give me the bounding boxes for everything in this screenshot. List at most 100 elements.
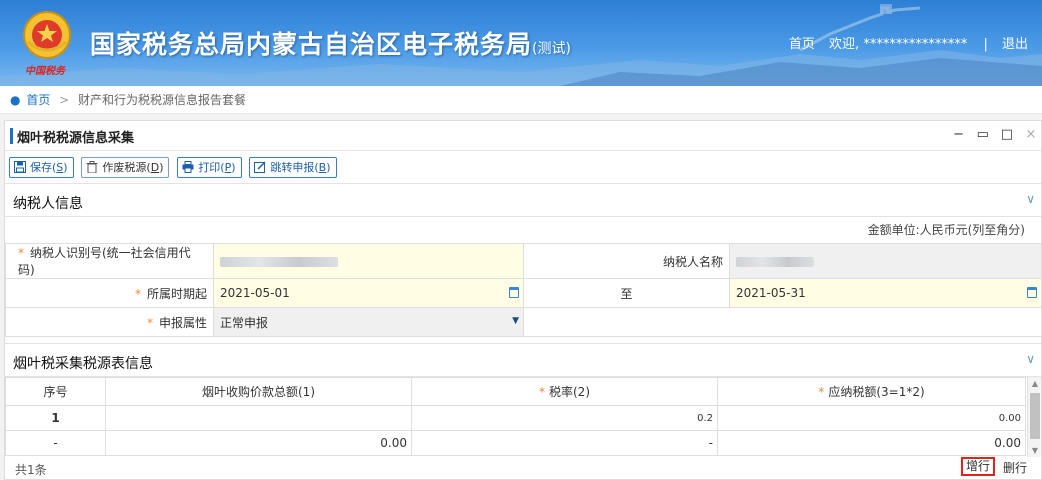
- row-rate: 0.2: [411, 405, 718, 431]
- declare-attr-label-text: 申报属性: [158, 315, 207, 330]
- emblem-caption: 中国税务: [25, 66, 65, 77]
- panel-header: 烟叶税税源信息采集 − ▭ □ ×: [5, 121, 1041, 151]
- required-mark: *: [134, 286, 141, 301]
- panel-title: 烟叶税税源信息采集: [17, 131, 135, 146]
- jump-declare-button[interactable]: 跳转申报(B): [249, 157, 337, 178]
- nav-divider: |: [983, 37, 988, 52]
- period-start-value: 2021-05-01: [220, 286, 290, 300]
- calendar-icon[interactable]: [509, 287, 519, 298]
- collection-grid: 序号 烟叶收购价款总额(1) * 税率(2) * 应纳税额(3=1*2) 1 0.2…: [5, 377, 1026, 456]
- scroll-thumb[interactable]: [1030, 393, 1040, 439]
- site-title-text: 国家税务总局内蒙古自治区电子税务局: [90, 30, 533, 59]
- col-rate: * 税率(2): [411, 377, 718, 406]
- grid-header-row: 序号 烟叶收购价款总额(1) * 税率(2) * 应纳税额(3=1*2): [5, 377, 1026, 406]
- collection-section-header[interactable]: 烟叶税采集税源表信息 ∨: [5, 343, 1041, 377]
- chevron-down-icon[interactable]: ∨: [1026, 192, 1035, 206]
- required-mark: *: [818, 385, 825, 399]
- amount-unit-note: 金额单位:人民币元(列至角分): [867, 223, 1025, 237]
- declare-attr-select[interactable]: 正常申报 ▼: [213, 307, 524, 337]
- col-total: 烟叶收购价款总额(1): [105, 377, 412, 406]
- taxpayer-id-label: * 纳税人识别号(统一社会信用代码): [5, 243, 214, 279]
- table-row: 1 0.2 0.00: [5, 405, 1026, 431]
- close-icon[interactable]: ×: [1021, 127, 1041, 142]
- site-title: 国家税务总局内蒙古自治区电子税务局(测试): [90, 25, 571, 61]
- collection-section-title: 烟叶税采集税源表信息: [13, 356, 153, 372]
- total-tax: 0.00: [717, 430, 1026, 456]
- scroll-up-icon[interactable]: ▲: [1028, 379, 1042, 388]
- void-label: 作废税源(: [102, 161, 151, 174]
- welcome-text: 欢迎,: [829, 37, 860, 52]
- jump-label-end: ): [326, 161, 331, 174]
- location-pin-icon: ●: [10, 93, 21, 107]
- taxpayer-name-label: 纳税人名称: [523, 243, 730, 279]
- declare-attr-value: 正常申报: [220, 315, 269, 330]
- breadcrumb-home[interactable]: 首页: [26, 93, 50, 107]
- col-rate-text: 税率(2): [549, 385, 590, 399]
- period-to-label: 至: [523, 278, 730, 308]
- test-suffix: (测试): [532, 41, 571, 57]
- col-seq: 序号: [5, 377, 106, 406]
- row-total-input[interactable]: [105, 405, 412, 431]
- delete-row-button[interactable]: 删行: [1003, 459, 1027, 476]
- taxpayer-section-header[interactable]: 纳税人信息 ∨: [5, 183, 1041, 217]
- breadcrumb-separator: >: [59, 93, 70, 107]
- top-nav: 首页 欢迎, **************** | 退出: [789, 33, 1028, 52]
- redacted-value: [736, 256, 814, 267]
- save-button[interactable]: 保存(S): [9, 157, 74, 178]
- grid-scrollbar[interactable]: ▲ ▼: [1027, 377, 1041, 457]
- trash-icon: [86, 161, 98, 173]
- period-start-label: * 所属时期起: [5, 278, 214, 308]
- save-icon: [14, 161, 26, 173]
- total-seq: -: [5, 430, 106, 456]
- dropdown-arrow-icon[interactable]: ▼: [512, 316, 519, 326]
- toolbar: 保存(S) 作废税源(D) 打印(P) 跳转申报(B): [5, 151, 1041, 183]
- breadcrumb-current: 财产和行为税税源信息报告套餐: [78, 93, 247, 107]
- printer-icon: [182, 161, 194, 173]
- collection-grid-wrap: 序号 烟叶收购价款总额(1) * 税率(2) * 应纳税额(3=1*2) 1 0.2…: [5, 377, 1041, 457]
- breadcrumb: ● 首页 > 财产和行为税税源信息报告套餐: [0, 86, 1042, 114]
- scroll-down-icon[interactable]: ▼: [1028, 446, 1042, 455]
- home-link[interactable]: 首页: [789, 33, 815, 52]
- tax-emblem-icon: [23, 11, 71, 59]
- required-mark: *: [18, 246, 24, 260]
- taxpayer-form: * 纳税人识别号(统一社会信用代码) 纳税人名称 * 所属时期起 2021-05-0…: [5, 243, 1042, 337]
- col-tax-text: 应纳税额(3=1*2): [828, 385, 925, 399]
- period-start-label-text: 所属时期起: [146, 286, 207, 301]
- void-source-button[interactable]: 作废税源(D): [81, 157, 170, 178]
- required-mark: *: [146, 315, 153, 330]
- row-seq: 1: [5, 405, 106, 431]
- taxpayer-section-title: 纳税人信息: [13, 196, 83, 212]
- logout-link[interactable]: 退出: [1002, 33, 1028, 52]
- add-row-button[interactable]: 增行: [960, 457, 995, 476]
- chevron-down-icon[interactable]: ∨: [1026, 352, 1035, 366]
- taxpayer-id-field[interactable]: [213, 243, 524, 279]
- print-label: 打印(: [198, 161, 225, 174]
- table-row-total: - 0.00 - 0.00: [5, 430, 1026, 456]
- title-accent-bar: [10, 128, 13, 144]
- row-tax: 0.00: [717, 405, 1026, 431]
- calendar-icon[interactable]: [1027, 287, 1037, 298]
- print-button[interactable]: 打印(P): [177, 157, 242, 178]
- period-start-field[interactable]: 2021-05-01: [213, 278, 524, 308]
- username: ****************: [863, 37, 968, 52]
- jump-label: 跳转申报(: [270, 161, 319, 174]
- col-tax: * 应纳税额(3=1*2): [717, 377, 1026, 406]
- source-info-panel: 烟叶税税源信息采集 − ▭ □ × 保存(S) 作废税源(D) 打印(P) 跳转…: [4, 120, 1042, 480]
- restore-icon[interactable]: ▭: [973, 127, 993, 142]
- maximize-icon[interactable]: □: [997, 127, 1017, 142]
- total-amount: 0.00: [105, 430, 412, 456]
- void-label-end: ): [159, 161, 164, 174]
- window-controls: − ▭ □ ×: [949, 127, 1041, 142]
- void-hotkey: D: [150, 161, 160, 174]
- declare-attr-label: * 申报属性: [5, 307, 214, 337]
- print-label-end: ): [231, 161, 236, 174]
- save-label-end: ): [63, 161, 68, 174]
- save-label: 保存(: [30, 161, 57, 174]
- minimize-icon[interactable]: −: [949, 127, 969, 142]
- taxpayer-name-field: [729, 243, 1042, 279]
- grid-footer: 共1条 增行 删行: [5, 457, 1041, 477]
- redacted-value: [220, 256, 338, 267]
- period-end-value: 2021-05-31: [736, 286, 806, 300]
- period-end-field[interactable]: 2021-05-31: [729, 278, 1042, 308]
- taxpayer-id-label-text: 纳税人识别号(统一社会信用代码): [18, 246, 191, 277]
